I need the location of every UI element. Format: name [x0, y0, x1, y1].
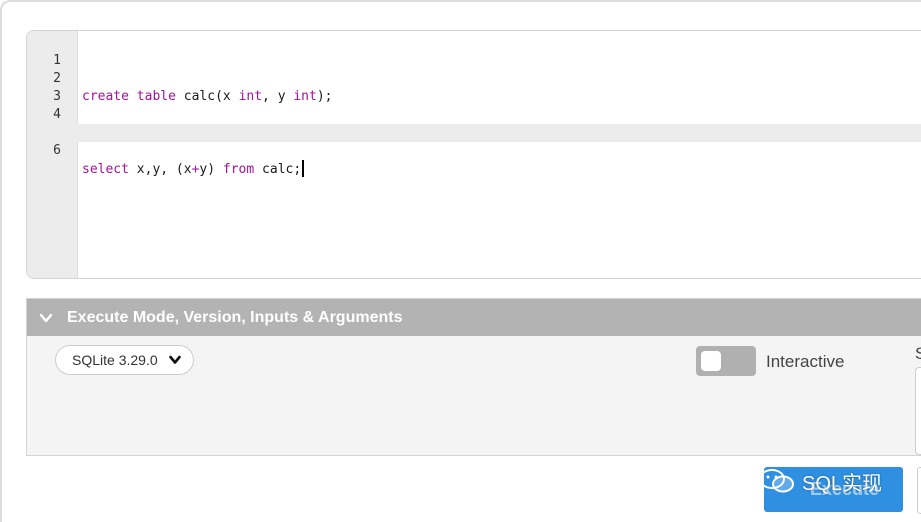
text-cursor	[302, 160, 305, 177]
code-line-5[interactable]: 5	[27, 106, 921, 140]
version-select[interactable]: SQLite 3.29.0	[55, 345, 194, 375]
secondary-button[interactable]	[917, 467, 921, 514]
wechat-icon	[759, 469, 794, 493]
toggle-knob	[701, 351, 721, 371]
interactive-label: Interactive	[766, 352, 845, 371]
chevron-down-icon	[39, 313, 53, 323]
line-number: 6	[53, 143, 61, 158]
line-code[interactable]: select x,y, (x+y) from calc;	[82, 160, 305, 179]
code-line-2[interactable]: 2 create table calc(x int, y int);	[27, 52, 921, 104]
watermark-text: SQL实现	[802, 472, 883, 495]
code-line-3[interactable]: 3	[27, 70, 921, 104]
execute-mode-title: Execute Mode, Version, Inputs & Argument…	[67, 309, 403, 326]
stdin-label: S	[915, 344, 921, 363]
code-editor[interactable]: 1 2 create table calc(x int, y int); 3 4…	[26, 30, 921, 279]
code-lines[interactable]: 1 2 create table calc(x int, y int); 3 4…	[27, 34, 921, 177]
execute-mode-header[interactable]: Execute Mode, Version, Inputs & Argument…	[27, 299, 921, 336]
code-line-1[interactable]: 1	[27, 34, 921, 68]
interactive-toggle[interactable]	[696, 346, 756, 376]
caret-down-icon	[169, 355, 181, 364]
page: 1 2 create table calc(x int, y int); 3 4…	[0, 0, 921, 522]
code-line-4[interactable]: 4 insert into calc values(10, 25);	[27, 88, 921, 140]
code-line-6-active[interactable]: 6 select x,y, (x+y) from calc;	[27, 124, 921, 177]
version-select-value: SQLite 3.29.0	[72, 352, 158, 368]
stdin-input[interactable]	[915, 367, 921, 455]
watermark: SQL实现	[756, 467, 882, 495]
execute-mode-panel: Execute Mode, Version, Inputs & Argument…	[26, 298, 921, 456]
